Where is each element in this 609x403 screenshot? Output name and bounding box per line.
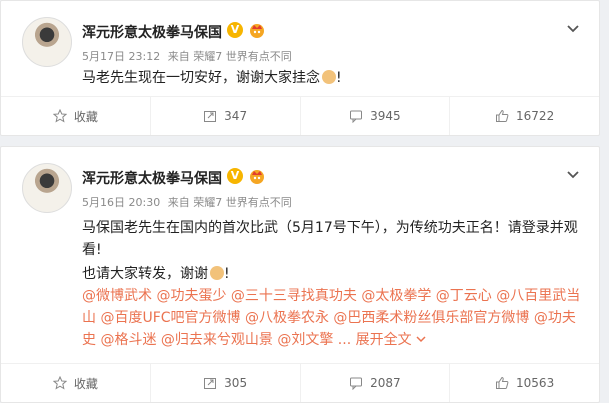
comment-count: 3945 — [370, 109, 401, 123]
favorite-button[interactable]: 收藏 — [1, 364, 151, 402]
mentions-line[interactable]: 山 @百度UFC吧官方微博 @八极拳农永 @巴西柔术粉丝俱乐部官方微博 @功夫 — [82, 307, 592, 329]
like-count: 16722 — [516, 109, 555, 123]
repost-button[interactable]: 305 — [151, 364, 301, 402]
repost-button[interactable]: 347 — [151, 97, 301, 135]
like-button[interactable]: 16722 — [450, 97, 599, 135]
favorite-button[interactable]: 收藏 — [1, 97, 151, 135]
action-bar: 收藏 347 3945 16722 — [1, 96, 599, 135]
comment-count: 2087 — [370, 376, 401, 390]
like-button[interactable]: 10563 — [450, 364, 599, 402]
verified-badge-icon: V — [227, 22, 243, 38]
chevron-down-icon[interactable] — [566, 167, 580, 181]
avatar[interactable] — [22, 163, 72, 213]
post-date[interactable]: 5月17日 23:12 — [82, 50, 160, 63]
avatar[interactable] — [22, 17, 72, 67]
like-count: 10563 — [516, 376, 555, 390]
post-text-line: 看! — [82, 242, 102, 258]
repost-count: 347 — [224, 109, 248, 123]
mentions-text[interactable]: 史 @格斗迷 @归去来兮观山景 @刘文擎 ... — [82, 332, 351, 348]
post-text-end: ! — [336, 70, 342, 86]
chevron-down-icon[interactable] — [416, 335, 426, 343]
expand-full-text-link[interactable]: 展开全文 — [356, 332, 412, 348]
pray-emoji-icon — [322, 70, 336, 84]
favorite-label: 收藏 — [73, 109, 98, 124]
comment-button[interactable]: 3945 — [301, 97, 451, 135]
mentions-line: 史 @格斗迷 @归去来兮观山景 @刘文擎 ... 展开全文 — [82, 329, 592, 351]
post-meta: 5月16日 20:30 来自 荣耀7 世界有点不同 — [82, 194, 296, 210]
repost-count: 305 — [224, 376, 248, 390]
star-icon — [52, 109, 67, 123]
star-icon — [52, 376, 67, 390]
crown-badge-icon — [250, 170, 264, 184]
post-source: 来自 荣耀7 世界有点不同 — [167, 50, 292, 63]
thumbs-up-icon — [496, 376, 509, 389]
mentions-line[interactable]: @微博武术 @功夫蛋少 @三十三寻找真功夫 @太极拳学 @丁云心 @八百里武当 — [82, 285, 592, 307]
post-text-body: 也请大家转发，谢谢 — [82, 266, 208, 282]
post-text-line: 马保国老先生在国内的首次比武（5月17号下午），为传统功夫正名！请登录并观 — [82, 220, 578, 236]
post-date[interactable]: 5月16日 20:30 — [82, 196, 160, 209]
favorite-label: 收藏 — [73, 376, 98, 391]
post-text: 马保国老先生在国内的首次比武（5月17号下午），为传统功夫正名！请登录并观 看!… — [82, 217, 592, 351]
post-source: 来自 荣耀7 世界有点不同 — [167, 196, 292, 209]
post-text-end: ! — [224, 266, 230, 282]
weibo-post-card: 浑元形意太极拳马保国 V 5月16日 20:30 来自 荣耀7 世界有点不同 马… — [0, 146, 600, 403]
pray-emoji-icon — [210, 266, 224, 280]
comment-button[interactable]: 2087 — [301, 364, 451, 402]
comment-icon — [350, 110, 363, 123]
author-name[interactable]: 浑元形意太极拳马保国 — [82, 22, 222, 42]
post-text: 马老先生现在一切安好，谢谢大家挂念! — [82, 67, 342, 89]
author-name[interactable]: 浑元形意太极拳马保国 — [82, 168, 222, 188]
action-bar: 收藏 305 2087 10563 — [1, 363, 599, 402]
post-meta: 5月17日 23:12 来自 荣耀7 世界有点不同 — [82, 48, 296, 64]
repost-icon — [204, 111, 217, 122]
comment-icon — [350, 377, 363, 390]
weibo-post-card: 浑元形意太极拳马保国 V 5月17日 23:12 来自 荣耀7 世界有点不同 马… — [0, 0, 600, 136]
post-text-line: 也请大家转发，谢谢! — [82, 263, 592, 285]
repost-icon — [204, 378, 217, 389]
verified-badge-icon: V — [227, 168, 243, 184]
crown-badge-icon — [250, 24, 264, 38]
thumbs-up-icon — [496, 109, 509, 122]
post-text-body: 马老先生现在一切安好，谢谢大家挂念 — [82, 70, 320, 86]
chevron-down-icon[interactable] — [566, 21, 580, 35]
